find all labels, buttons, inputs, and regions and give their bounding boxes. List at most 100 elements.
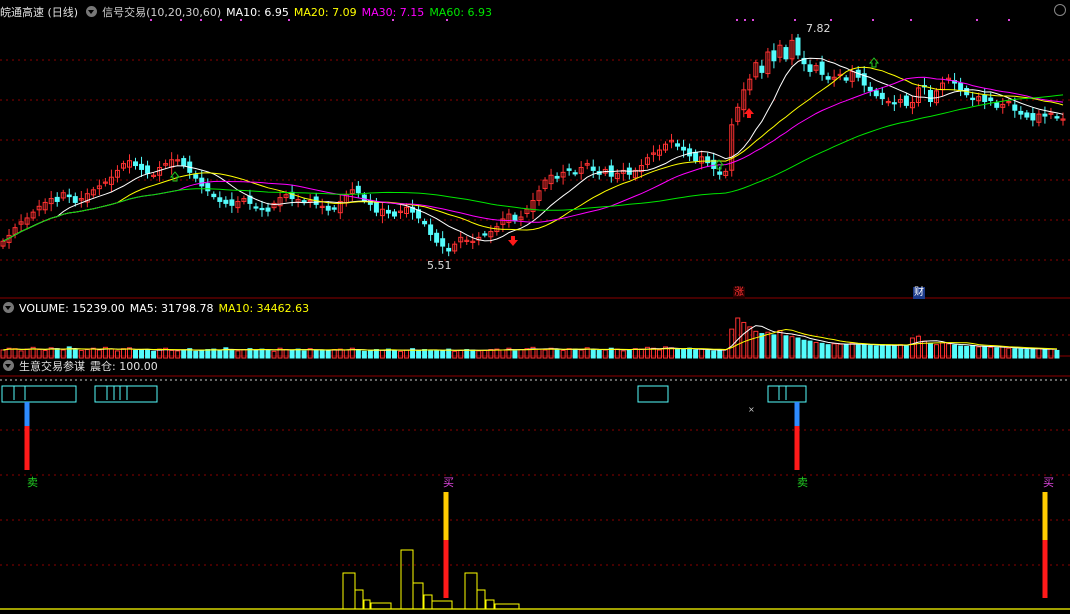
volume-bar	[699, 348, 705, 359]
volume-bar	[482, 349, 488, 359]
candle-body	[1030, 113, 1036, 121]
volume-bar	[909, 337, 915, 359]
candle-body	[422, 220, 428, 225]
volume-bar	[54, 348, 60, 359]
volume-bar	[970, 345, 976, 359]
volume-bar	[331, 349, 337, 359]
volume-readout: VOLUME: 15239.00	[19, 302, 125, 315]
volume-bar	[1006, 347, 1012, 359]
candle-body	[994, 102, 1000, 108]
candle-body	[259, 207, 265, 211]
candle-body	[982, 94, 988, 103]
signal-bar	[443, 540, 449, 598]
volume-bar	[235, 350, 241, 359]
volume-bar	[319, 349, 325, 359]
ma30-readout: MA30: 7.15	[361, 6, 425, 19]
sell-signal-label: 卖	[27, 476, 38, 489]
candle-body	[675, 143, 681, 147]
signal-bar	[24, 402, 30, 426]
dropdown-arrow-icon[interactable]	[3, 302, 14, 313]
volume-bar	[542, 349, 548, 359]
candle-body	[446, 247, 452, 252]
candle-body	[825, 76, 831, 80]
volume-bar	[283, 349, 289, 359]
volume-bar	[566, 348, 572, 359]
volume-bar	[404, 349, 410, 359]
candle-body	[133, 161, 138, 167]
candle-body	[512, 214, 518, 222]
close-icon[interactable]	[1054, 4, 1066, 16]
buy-signal-label: 买	[1043, 476, 1054, 489]
candle-body	[229, 199, 235, 206]
volume-bar	[120, 348, 126, 359]
candle-body	[988, 97, 994, 102]
volume-bar	[885, 344, 891, 359]
volume-bar	[638, 348, 644, 359]
histogram-block	[464, 572, 478, 610]
signal-box	[767, 385, 807, 403]
volume-bar	[801, 339, 807, 359]
signal-bar	[794, 402, 800, 426]
sell-signal-label: 卖	[797, 476, 808, 489]
candle-body	[385, 209, 391, 214]
candle-body	[687, 148, 693, 157]
vol-ma10-readout: MA10: 34462.63	[218, 302, 310, 315]
volume-bar	[398, 350, 403, 359]
volume-bar	[602, 349, 608, 359]
volume-bar	[265, 349, 271, 359]
volume-bar	[759, 333, 765, 359]
histogram-block	[370, 602, 392, 610]
histogram-block	[354, 589, 364, 610]
signal-box	[1, 385, 77, 403]
volume-bar	[843, 344, 849, 359]
volume-bar	[572, 348, 578, 359]
volume-bar	[614, 348, 620, 359]
volume-bar	[476, 350, 482, 359]
volume-bar	[891, 345, 897, 359]
dropdown-arrow-icon[interactable]	[86, 6, 98, 17]
candle-body	[879, 92, 885, 100]
ma60-readout: MA60: 6.93	[429, 6, 493, 19]
volume-bar	[367, 350, 373, 359]
candle-body	[54, 196, 60, 202]
volume-bar	[512, 350, 518, 359]
volume-bar	[855, 344, 861, 359]
zhang-tag[interactable]: 涨	[733, 287, 745, 299]
volume-bar	[1036, 348, 1042, 359]
volume-bar	[536, 348, 542, 359]
volume-bar	[253, 349, 259, 359]
volume-bar	[723, 349, 729, 359]
volume-bar	[789, 336, 795, 359]
volume-bar	[175, 350, 181, 359]
signal-box	[637, 385, 669, 403]
histogram-block	[485, 599, 495, 610]
volume-bar	[452, 350, 458, 359]
candle-body	[717, 171, 723, 175]
high-price-label: 7.82	[806, 22, 831, 35]
histogram-block	[423, 594, 433, 610]
cai-tag[interactable]: 财	[913, 287, 925, 299]
histogram-block	[476, 589, 486, 610]
volume-bar	[24, 348, 30, 359]
candle-body	[1054, 116, 1060, 119]
candle-body	[554, 175, 560, 179]
candle-body	[867, 86, 873, 92]
price-panel-header: 皖通高速 (日线) 信号交易(10,20,30,60) MA10: 6.95 MA20…	[0, 5, 497, 21]
volume-bar	[681, 349, 687, 359]
volume-bar	[271, 350, 277, 359]
volume-bar	[687, 347, 693, 359]
marker-dot	[1008, 19, 1010, 21]
volume-bar	[440, 350, 446, 359]
volume-bar	[632, 348, 638, 359]
volume-bar	[379, 349, 385, 359]
candle-body	[1042, 113, 1048, 117]
volume-bar	[807, 340, 813, 359]
dropdown-arrow-icon[interactable]	[3, 360, 14, 371]
volume-bar	[114, 350, 120, 359]
volume-bar	[229, 349, 235, 359]
volume-bar	[867, 345, 873, 359]
candle-body	[482, 233, 488, 236]
volume-bar	[36, 349, 42, 359]
volume-bar	[620, 350, 626, 359]
volume-bar	[133, 349, 138, 359]
